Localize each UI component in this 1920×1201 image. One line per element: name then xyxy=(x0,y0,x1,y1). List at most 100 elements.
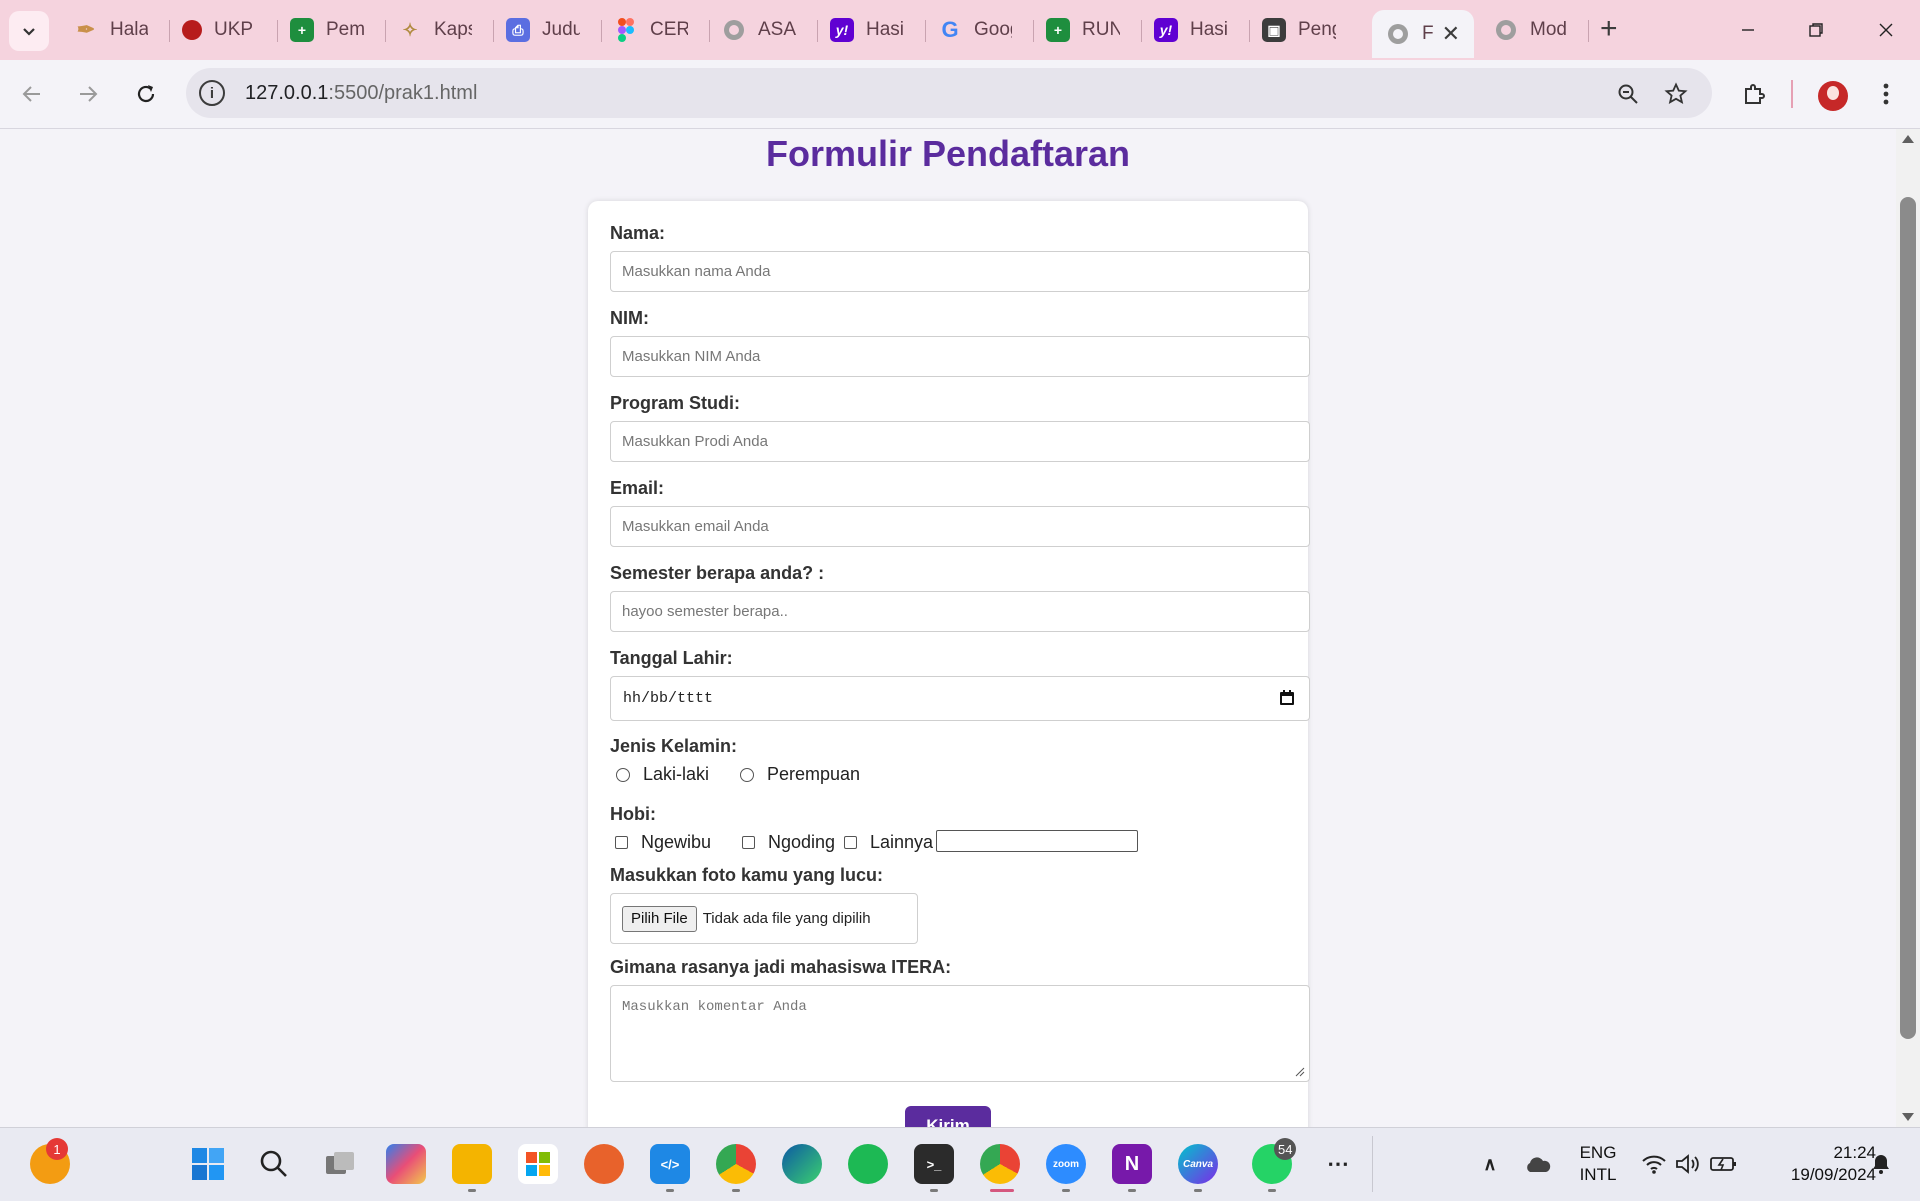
zoom-app-icon[interactable]: zoom xyxy=(1046,1144,1086,1184)
extensions-button[interactable] xyxy=(1736,76,1772,112)
registration-form: Nama: NIM: Program Studi: Email: Semeste… xyxy=(588,201,1310,1127)
tanggal-lahir-input[interactable]: hh/bb/tttt xyxy=(610,676,1310,721)
tab-google[interactable]: G Google xyxy=(924,12,1022,48)
edge-icon[interactable] xyxy=(782,1144,822,1184)
minimize-button[interactable] xyxy=(1718,10,1778,50)
new-tab-plus-icon[interactable]: + xyxy=(1600,14,1618,44)
chrome-profile-icon[interactable] xyxy=(980,1144,1020,1184)
email-input[interactable] xyxy=(610,506,1310,547)
arrow-left-icon xyxy=(22,86,40,102)
spotify-icon[interactable] xyxy=(848,1144,888,1184)
profile-avatar[interactable] xyxy=(1818,81,1848,111)
volume-icon[interactable] xyxy=(1668,1144,1708,1184)
hobi-option-label: Lainnya xyxy=(870,832,934,852)
calendar-icon[interactable] xyxy=(1279,690,1295,706)
windows-start-icon[interactable] xyxy=(188,1144,228,1184)
input-language[interactable]: ENG INTL xyxy=(1578,1142,1618,1186)
onedrive-cloud-icon[interactable] xyxy=(1518,1144,1558,1184)
page-scrollbar[interactable] xyxy=(1896,129,1920,1127)
checkbox-ngewibu[interactable] xyxy=(615,836,628,849)
tab-rundown[interactable]: + RUNDOWN xyxy=(1032,12,1130,48)
back-button[interactable] xyxy=(14,76,50,112)
file-status-text: Tidak ada file yang dipilih xyxy=(702,910,871,927)
prodi-input[interactable] xyxy=(610,421,1310,462)
running-indicator xyxy=(1268,1189,1276,1192)
radio-perempuan[interactable] xyxy=(740,767,754,782)
printer-icon: ⎙ xyxy=(506,18,530,42)
tab-ukpm[interactable]: UKPM xyxy=(168,12,266,48)
browser-menu-button[interactable] xyxy=(1868,76,1904,112)
restore-button[interactable] xyxy=(1786,10,1846,50)
tab-modul[interactable]: Modul xyxy=(1480,12,1578,48)
search-icon[interactable] xyxy=(254,1144,294,1184)
yahoo-icon: y! xyxy=(1154,18,1178,42)
close-tab-icon[interactable]: ✕ xyxy=(1442,21,1460,47)
prodi-label: Program Studi: xyxy=(610,393,741,413)
tab-pengguna[interactable]: ▣ Pengguna xyxy=(1248,12,1346,48)
gender-option-perempuan[interactable]: Perempuan xyxy=(740,764,860,785)
microsoft-store-icon[interactable] xyxy=(518,1144,558,1184)
tab-hasil[interactable]: y! Hasil xyxy=(816,12,914,48)
hobi-option-ngewibu[interactable]: Ngewibu xyxy=(615,832,711,853)
checkbox-lainnya[interactable] xyxy=(844,836,857,849)
notification-bell-icon[interactable] xyxy=(1866,1144,1896,1184)
vscode-icon[interactable]: </> xyxy=(650,1144,690,1184)
gender-option-label: Perempuan xyxy=(767,764,861,784)
onenote-icon[interactable]: N xyxy=(1112,1144,1152,1184)
reload-button[interactable] xyxy=(128,76,164,112)
itera-logo-icon: ✧ xyxy=(402,19,418,40)
battery-icon[interactable] xyxy=(1704,1144,1744,1184)
checkbox-ngoding[interactable] xyxy=(742,836,755,849)
hobi-lainnya-input[interactable] xyxy=(936,830,1138,852)
system-clock[interactable]: 21:24 19/09/2024 xyxy=(1748,1142,1876,1186)
close-window-button[interactable] xyxy=(1856,10,1916,50)
chrome-icon[interactable] xyxy=(716,1144,756,1184)
zoom-icon[interactable] xyxy=(1614,80,1642,108)
running-indicator xyxy=(1128,1189,1136,1192)
radio-laki[interactable] xyxy=(616,767,630,782)
resize-grip-icon[interactable] xyxy=(1295,1067,1305,1077)
submit-button[interactable]: Kirim xyxy=(905,1106,991,1127)
hobi-option-lainnya[interactable]: Lainnya xyxy=(844,832,933,853)
address-bar[interactable]: i 127.0.0.1:5500/prak1.html xyxy=(186,68,1712,118)
tab-halaman[interactable]: ✒ Halaman xyxy=(60,12,158,48)
tray-chevron-up-icon[interactable]: ∧ xyxy=(1470,1144,1510,1184)
tab-judul[interactable]: ⎙ Judul xyxy=(492,12,590,48)
site-info-icon[interactable]: i xyxy=(199,80,225,106)
yahoo-icon: y! xyxy=(830,18,854,42)
scroll-thumb[interactable] xyxy=(1900,197,1916,1039)
nim-input[interactable] xyxy=(610,336,1310,377)
puzzle-icon xyxy=(1745,84,1765,104)
komentar-textarea[interactable]: Masukkan komentar Anda xyxy=(610,985,1310,1082)
scroll-up-icon[interactable] xyxy=(1902,135,1914,143)
gender-option-label: Laki-laki xyxy=(643,764,710,784)
hobi-option-ngoding[interactable]: Ngoding xyxy=(742,832,835,853)
tab-hasil-2[interactable]: y! Hasil xyxy=(1140,12,1238,48)
clock-time: 21:24 xyxy=(1833,1143,1876,1162)
google-sheets-icon: + xyxy=(1046,18,1070,42)
tab-pembagian[interactable]: + Pembagian xyxy=(276,12,374,48)
tab-cerita[interactable]: CERITA xyxy=(600,12,698,48)
more-apps-icon[interactable]: ⋯ xyxy=(1318,1144,1358,1184)
copilot-icon[interactable] xyxy=(386,1144,426,1184)
terminal-icon[interactable]: >_ xyxy=(914,1144,954,1184)
nama-input[interactable] xyxy=(610,251,1310,292)
firefox-icon[interactable] xyxy=(584,1144,624,1184)
tab-kapsul[interactable]: ✧ Kapsul xyxy=(384,12,482,48)
semester-input[interactable] xyxy=(610,591,1310,632)
scroll-down-icon[interactable] xyxy=(1902,1113,1914,1121)
foto-file-input[interactable]: Pilih File Tidak ada file yang dipilih xyxy=(610,893,918,944)
choose-file-button[interactable]: Pilih File xyxy=(622,905,697,932)
file-explorer-icon[interactable] xyxy=(452,1144,492,1184)
forward-button[interactable] xyxy=(70,76,106,112)
gender-option-laki[interactable]: Laki-laki xyxy=(616,764,709,785)
tab-search-button[interactable] xyxy=(9,11,49,51)
bookmark-star-icon[interactable] xyxy=(1662,80,1690,108)
foto-label: Masukkan foto kamu yang lucu: xyxy=(610,865,884,885)
task-view-icon[interactable] xyxy=(320,1144,360,1184)
tab-asap[interactable]: ASAP xyxy=(708,12,806,48)
tab-formulir-active[interactable]: Formulir ✕ xyxy=(1372,10,1474,58)
running-indicator xyxy=(1194,1189,1202,1192)
minimize-icon xyxy=(1742,29,1754,31)
canva-icon[interactable]: Canva xyxy=(1178,1144,1218,1184)
